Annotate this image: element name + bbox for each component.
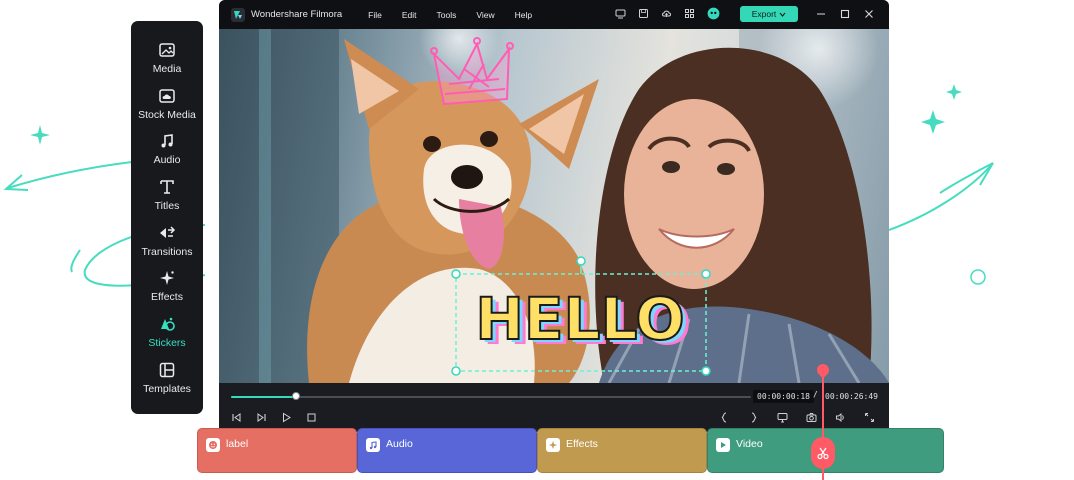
- play-icon[interactable]: [281, 412, 292, 423]
- sidebar: Media Stock Media Audio Titles Transitio…: [131, 21, 203, 414]
- fullscreen-icon[interactable]: [864, 412, 875, 423]
- transport-buttons: [231, 412, 317, 423]
- template-icon: [159, 362, 175, 378]
- track-label[interactable]: label: [197, 428, 357, 473]
- sticker-icon: [161, 317, 175, 331]
- stop-icon[interactable]: [306, 412, 317, 423]
- monitor-icon[interactable]: [615, 8, 626, 19]
- display-settings-icon[interactable]: [777, 412, 788, 423]
- scrub-progress: [231, 396, 296, 398]
- menu-bar: File Edit Tools View Help: [368, 10, 552, 20]
- toolbar-icons: [615, 7, 720, 20]
- sidebar-item-templates[interactable]: Templates: [131, 361, 203, 407]
- sparkle-icon: [546, 438, 560, 452]
- time-separator: /: [813, 390, 818, 399]
- mark-out-icon[interactable]: [748, 412, 759, 423]
- total-duration: 00:00:26:49: [825, 392, 878, 401]
- track-effects[interactable]: Effects: [537, 428, 707, 473]
- mark-in-icon[interactable]: [719, 412, 730, 423]
- sidebar-item-label: Effects: [151, 291, 183, 304]
- menu-file[interactable]: File: [368, 10, 382, 20]
- sticker-face-icon: [206, 438, 220, 452]
- filmora-logo-icon: [231, 7, 245, 22]
- sidebar-item-audio[interactable]: Audio: [131, 132, 203, 178]
- sidebar-item-transitions[interactable]: Transitions: [131, 224, 203, 270]
- track-label-text: Effects: [566, 438, 598, 450]
- editor-window: Wondershare Filmora File Edit Tools View…: [219, 0, 889, 432]
- music-note-icon: [366, 438, 380, 452]
- menu-tools[interactable]: Tools: [437, 10, 457, 20]
- prev-frame-icon[interactable]: [231, 412, 242, 423]
- menu-edit[interactable]: Edit: [402, 10, 417, 20]
- scissors-icon: [817, 447, 829, 460]
- menu-help[interactable]: Help: [515, 10, 532, 20]
- cloud-upload-icon[interactable]: [661, 8, 672, 19]
- window-controls: [816, 9, 874, 19]
- current-time: 00:00:00:18: [753, 390, 814, 403]
- sidebar-item-titles[interactable]: Titles: [131, 178, 203, 224]
- hello-sticker-text: HELLO: [475, 285, 684, 353]
- play-icon: [716, 438, 730, 452]
- transition-icon: [160, 226, 176, 238]
- close-icon[interactable]: [864, 9, 874, 19]
- sidebar-item-label: Transitions: [141, 245, 193, 258]
- cloud-icon: [159, 88, 175, 103]
- sidebar-item-label: Media: [152, 63, 182, 75]
- sidebar-item-label: Stock Media: [138, 108, 196, 121]
- grid-icon[interactable]: [684, 8, 695, 19]
- volume-icon[interactable]: [835, 412, 846, 423]
- track-label-text: Audio: [386, 438, 413, 450]
- text-t-icon: [160, 180, 174, 194]
- chevron-down-icon: [779, 12, 786, 17]
- image-icon: [159, 43, 175, 57]
- snapshot-camera-icon[interactable]: [806, 412, 817, 423]
- ai-assistant-icon[interactable]: [707, 7, 720, 20]
- playback-controls: 00:00:00:18 / 00:00:26:49: [219, 383, 889, 432]
- preview-scene: HELLO HELLO HELLO: [219, 29, 889, 383]
- sidebar-item-effects[interactable]: Effects: [131, 269, 203, 315]
- menu-view[interactable]: View: [476, 10, 494, 20]
- minimize-icon[interactable]: [816, 9, 826, 19]
- save-icon[interactable]: [638, 8, 649, 19]
- app-title: Wondershare Filmora: [251, 9, 343, 20]
- sidebar-item-media[interactable]: Media: [131, 41, 203, 87]
- export-label: Export: [751, 9, 777, 19]
- sidebar-item-label: Titles: [154, 200, 180, 213]
- track-label-text: label: [226, 438, 249, 450]
- split-button[interactable]: [811, 437, 835, 469]
- sidebar-item-label: Stickers: [148, 337, 186, 350]
- next-frame-icon[interactable]: [256, 412, 267, 423]
- scrub-handle[interactable]: [292, 392, 300, 400]
- scrub-bar[interactable]: [231, 392, 751, 400]
- sparkle-icon: [160, 271, 174, 286]
- preview-tools: [719, 412, 875, 423]
- track-audio[interactable]: Audio: [357, 428, 537, 473]
- export-button[interactable]: Export: [740, 6, 798, 22]
- sidebar-item-label: Audio: [153, 154, 181, 167]
- music-note-icon: [161, 134, 173, 148]
- sidebar-item-stock-media[interactable]: Stock Media: [131, 87, 203, 133]
- sidebar-item-label: Templates: [143, 382, 191, 395]
- sidebar-item-stickers[interactable]: Stickers: [131, 315, 203, 361]
- video-preview[interactable]: HELLO HELLO HELLO: [219, 29, 889, 383]
- title-bar: Wondershare Filmora File Edit Tools View…: [219, 0, 889, 29]
- maximize-icon[interactable]: [840, 9, 850, 19]
- track-label-text: Video: [736, 438, 763, 450]
